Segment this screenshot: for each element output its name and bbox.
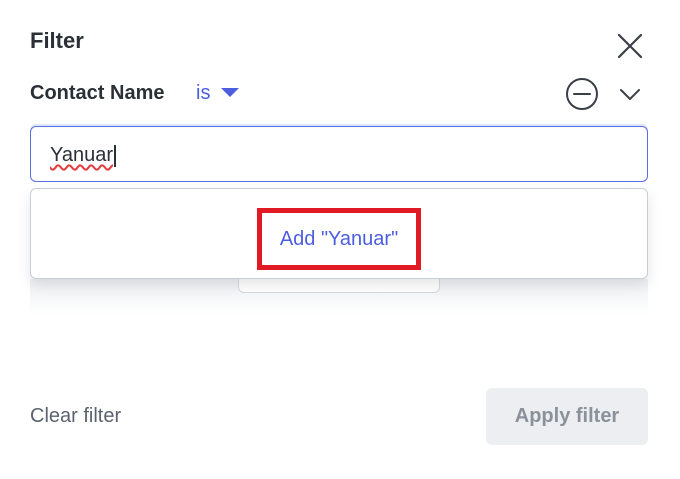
operator-select[interactable]: is	[196, 80, 210, 106]
clear-filter-link[interactable]: Clear filter	[30, 405, 121, 428]
collapse-button[interactable]	[618, 82, 642, 106]
close-icon	[617, 33, 643, 59]
apply-filter-label: Apply filter	[514, 405, 620, 427]
add-value-label: Add "Yanuar"	[279, 227, 399, 250]
panel-title: Filter	[30, 28, 84, 53]
chevron-down-icon	[620, 89, 640, 100]
field-label: Contact Name	[30, 82, 165, 104]
search-input-text[interactable]: Yanuar	[50, 144, 116, 167]
filter-condition-row: Contact Name is	[30, 77, 650, 111]
search-value: Yanuar	[50, 144, 114, 166]
add-value-option[interactable]: Add "Yanuar"	[257, 208, 421, 270]
text-cursor	[114, 144, 116, 167]
search-input[interactable]	[30, 126, 648, 182]
caret-down-icon[interactable]	[221, 88, 239, 97]
remove-condition-button[interactable]	[565, 77, 599, 111]
minus-circle-icon	[566, 78, 598, 110]
search-field[interactable]: Yanuar	[30, 124, 648, 182]
close-button[interactable]	[614, 30, 646, 62]
apply-filter-button[interactable]: Apply filter	[486, 388, 648, 445]
